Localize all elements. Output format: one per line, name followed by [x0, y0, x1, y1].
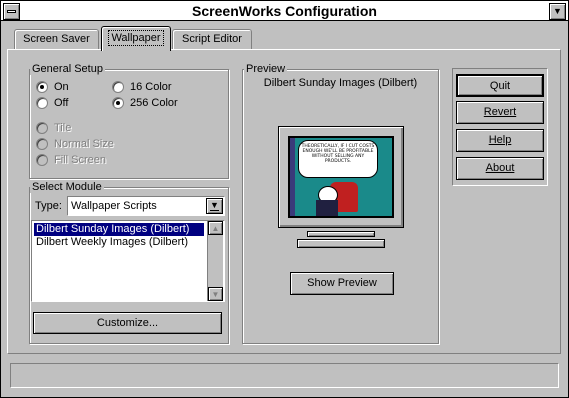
- module-list[interactable]: Dilbert Sunday Images (Dilbert) Dilbert …: [31, 220, 225, 302]
- select-module-label: Select Module: [30, 181, 104, 193]
- type-dropdown-button[interactable]: ▼: [206, 198, 223, 214]
- character-body: [316, 200, 338, 216]
- tab-label: Screen Saver: [23, 33, 90, 45]
- quit-label: Quit: [489, 80, 511, 92]
- radio-on-label: On: [54, 81, 69, 93]
- radio-256-color-label: 256 Color: [130, 97, 178, 109]
- wallpaper-preview-image: THEORETICALLY, IF I CUT COSTS ENOUGH WE'…: [290, 138, 392, 216]
- type-dropdown-value: Wallpaper Scripts: [71, 200, 157, 212]
- show-preview-button[interactable]: Show Preview: [290, 272, 394, 295]
- title-bar[interactable]: ScreenWorks Configuration ▼: [1, 1, 568, 21]
- speech-bubble: THEORETICALLY, IF I CUT COSTS ENOUGH WE'…: [298, 140, 378, 178]
- system-menu-button[interactable]: [3, 3, 20, 20]
- radio-off-label: Off: [54, 97, 69, 109]
- radio-tile[interactable]: [36, 122, 48, 134]
- radio-16-color[interactable]: [112, 81, 124, 93]
- customize-button[interactable]: Customize...: [33, 312, 222, 334]
- help-button[interactable]: Help: [456, 129, 544, 152]
- minimize-icon: ▼: [553, 6, 562, 16]
- tab-wallpaper[interactable]: Wallpaper: [101, 26, 171, 51]
- show-preview-label: Show Preview: [307, 277, 377, 289]
- radio-16-color-label: 16 Color: [130, 81, 172, 93]
- list-item[interactable]: Dilbert Weekly Images (Dilbert): [34, 236, 204, 249]
- radio-fill-screen-label: Fill Screen: [54, 154, 106, 166]
- monitor-base: [297, 239, 385, 248]
- help-label: Help: [488, 134, 512, 146]
- customize-label: Customize...: [96, 317, 159, 329]
- tab-label: Wallpaper: [108, 30, 164, 46]
- type-label: Type:: [35, 200, 62, 212]
- preview-label: Preview: [244, 63, 288, 75]
- radio-tile-label: Tile: [54, 122, 72, 134]
- quit-button[interactable]: Quit: [456, 74, 544, 97]
- revert-label: Revert: [483, 106, 517, 118]
- tab-screen-saver[interactable]: Screen Saver: [14, 29, 99, 50]
- radio-off[interactable]: [36, 97, 48, 109]
- dropdown-arrow-icon: ▼: [210, 200, 219, 211]
- status-bar: [10, 363, 559, 388]
- monitor-screen: THEORETICALLY, IF I CUT COSTS ENOUGH WE'…: [288, 136, 394, 218]
- radio-normal-size-label: Normal Size: [54, 138, 114, 150]
- monitor-frame: THEORETICALLY, IF I CUT COSTS ENOUGH WE'…: [278, 126, 404, 228]
- tab-label: Script Editor: [182, 33, 242, 45]
- list-scrollbar[interactable]: ▲ ▼: [207, 221, 223, 301]
- preview-caption: Dilbert Sunday Images (Dilbert): [263, 77, 418, 89]
- monitor-neck: [307, 231, 375, 237]
- comic-strip-edge: [290, 138, 295, 216]
- system-menu-icon: [7, 10, 16, 13]
- radio-256-color[interactable]: [112, 97, 124, 109]
- about-label: About: [485, 162, 515, 174]
- scroll-up-icon[interactable]: ▲: [208, 221, 223, 235]
- window-title: ScreenWorks Configuration: [192, 3, 377, 19]
- tab-script-editor[interactable]: Script Editor: [172, 29, 252, 50]
- scroll-down-icon[interactable]: ▼: [208, 287, 223, 301]
- radio-on[interactable]: [36, 81, 48, 93]
- about-button[interactable]: About: [456, 157, 544, 180]
- minimize-button[interactable]: ▼: [549, 3, 566, 20]
- revert-button[interactable]: Revert: [456, 101, 544, 124]
- list-item[interactable]: Dilbert Sunday Images (Dilbert): [34, 223, 204, 236]
- type-dropdown[interactable]: Wallpaper Scripts ▼: [67, 196, 225, 216]
- radio-normal-size[interactable]: [36, 138, 48, 150]
- radio-fill-screen[interactable]: [36, 154, 48, 166]
- general-setup-label: General Setup: [30, 63, 105, 75]
